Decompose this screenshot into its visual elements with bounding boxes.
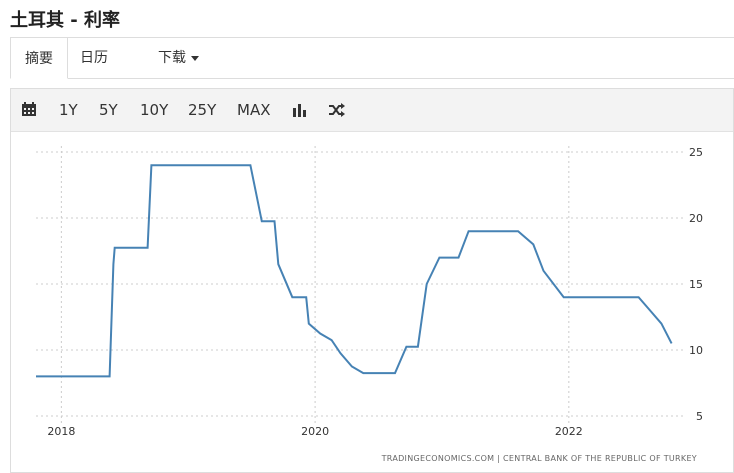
y-tick-label: 25 [689, 146, 703, 159]
source-label: TRADINGECONOMICS.COM | CENTRAL BANK OF T… [381, 454, 697, 463]
tick-layer: 5 10 15 20 25 2018 2020 2022 [47, 146, 703, 438]
x-tick-label: 2020 [301, 425, 329, 438]
x-tick-label: 2018 [47, 425, 75, 438]
title-bar: 土耳其 - 利率 [0, 0, 734, 36]
grid-layer [36, 146, 683, 423]
tab-bar: 摘要 日历 下载 [10, 37, 734, 79]
x-tick-label: 2022 [555, 425, 583, 438]
tab-calendar-label: 日历 [80, 50, 108, 66]
series-line [36, 164, 673, 378]
y-tick-label: 5 [696, 410, 703, 423]
page-title: 土耳其 - 利率 [10, 10, 121, 31]
tab-summary-label: 摘要 [25, 51, 53, 67]
tab-download[interactable]: 下载 [158, 37, 199, 79]
tab-calendar[interactable]: 日历 [80, 37, 108, 79]
y-tick-label: 10 [689, 344, 703, 357]
y-tick-label: 15 [689, 278, 703, 291]
interest-rate-chart: 5 10 15 20 25 2018 2020 2022 TRADINGECONOMICS.C… [36, 146, 703, 463]
y-tick-label: 20 [689, 212, 703, 225]
chevron-down-icon [191, 55, 199, 61]
tab-download-label: 下载 [158, 50, 186, 66]
tab-summary[interactable]: 摘要 [10, 37, 68, 79]
chart-panel: 1Y 5Y 10Y 25Y MAX 5 10 15 20 25 2018 2020 2022 … [10, 88, 734, 473]
